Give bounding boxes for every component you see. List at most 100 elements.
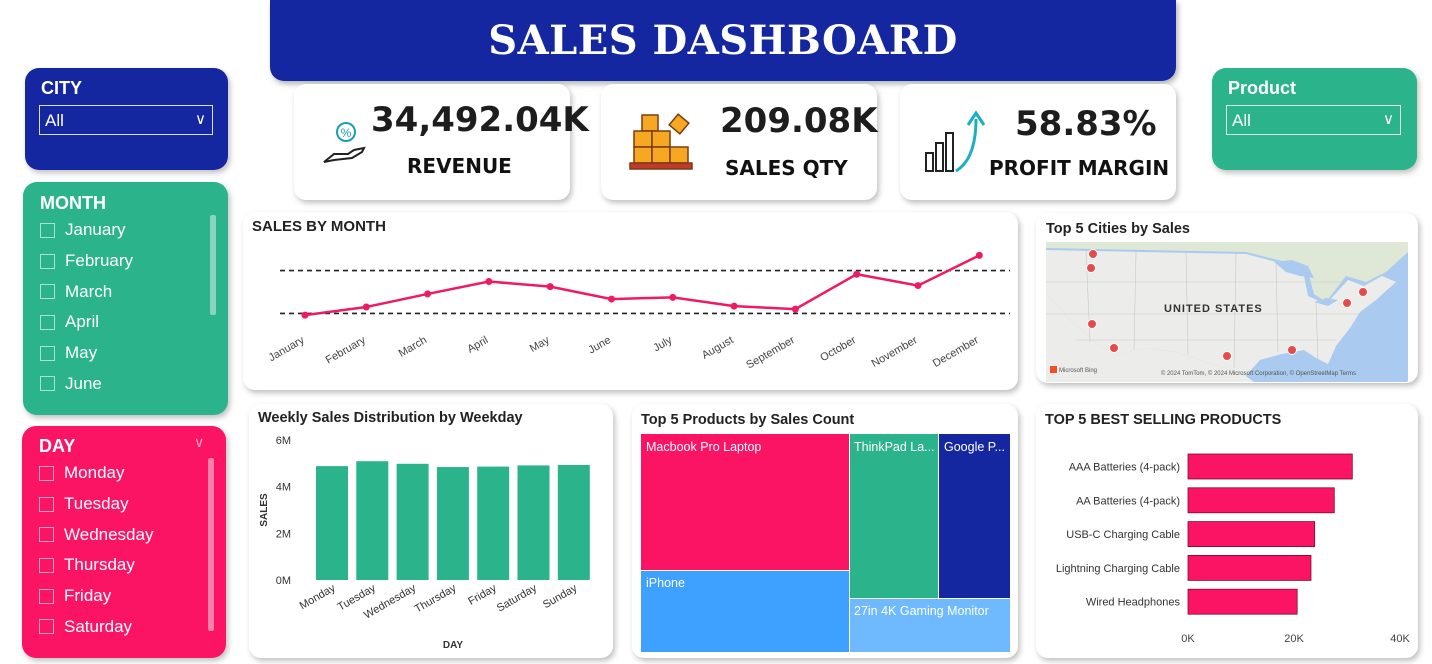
checkbox[interactable]: [39, 465, 54, 481]
day-item[interactable]: Tuesday: [39, 489, 153, 520]
day-item[interactable]: Wednesday: [39, 519, 153, 550]
checkbox[interactable]: [39, 588, 54, 604]
chevron-down-icon: ∨: [1383, 111, 1394, 128]
treemap-tile[interactable]: [641, 434, 849, 570]
x-tick-label: March: [397, 334, 429, 360]
treemap-label: Macbook Pro Laptop: [646, 440, 762, 454]
checkbox[interactable]: [39, 619, 54, 635]
data-point: [424, 290, 432, 298]
month-slicer: MONTH January February March April May J…: [23, 182, 228, 415]
best-selling-products-visual[interactable]: TOP 5 BEST SELLING PRODUCTS AAA Batterie…: [1036, 404, 1418, 658]
city-dropdown-value: All: [45, 111, 64, 130]
bar: [1187, 521, 1316, 547]
x-tick-label: July: [651, 334, 674, 354]
y-tick-label: 4M: [276, 482, 291, 494]
checkbox[interactable]: [40, 314, 55, 330]
product-slicer-label: Product: [1228, 78, 1297, 98]
day-item[interactable]: Monday: [39, 458, 153, 489]
day-item[interactable]: Friday: [39, 581, 153, 612]
x-tick-label: 40K: [1390, 633, 1410, 645]
day-scrollbar[interactable]: [208, 458, 214, 631]
x-tick-label: February: [324, 334, 369, 367]
month-scrollbar[interactable]: [210, 215, 216, 315]
month-item[interactable]: April: [40, 307, 133, 338]
city-slicer-label: CITY: [41, 78, 83, 98]
top-products-treemap-visual[interactable]: Top 5 Products by Sales Count Macbook Pr…: [632, 404, 1018, 658]
checkbox[interactable]: [40, 222, 55, 238]
checkbox[interactable]: [39, 527, 54, 543]
x-axis-title: DAY: [443, 640, 464, 651]
month-item-label: January: [65, 220, 126, 240]
city-dropdown[interactable]: All ∨: [39, 105, 213, 135]
weekday-sales-visual[interactable]: Weekly Sales Distribution by Weekday 0M 2…: [249, 404, 613, 658]
map-title: Top 5 Cities by Sales: [1046, 221, 1190, 237]
top-cities-map-visual[interactable]: Top 5 Cities by Sales UNITED STATES © 20…: [1036, 213, 1418, 383]
bar: [316, 466, 348, 580]
treemap-label: ThinkPad La...: [854, 440, 935, 454]
checkbox[interactable]: [39, 557, 54, 573]
data-point: [791, 305, 799, 313]
month-item-label: May: [65, 343, 98, 363]
checkbox[interactable]: [40, 284, 55, 300]
month-slicer-label: MONTH: [40, 193, 106, 213]
bar: [396, 463, 429, 580]
day-slicer: DAY ∨ Monday Tuesday Wednesday Thursday …: [22, 426, 226, 658]
treemap-label: Google P...: [944, 440, 1005, 454]
y-tick-label: AAA Batteries (4-pack): [1069, 462, 1180, 474]
month-item-label: March: [65, 281, 113, 301]
day-item[interactable]: Saturday: [39, 611, 153, 642]
us-map[interactable]: UNITED STATES © 2024 TomTom, © 2024 Micr…: [1046, 242, 1408, 382]
month-item-label: June: [65, 373, 102, 393]
x-tick-label: December: [931, 334, 981, 370]
data-point: [362, 303, 370, 311]
chevron-down-icon[interactable]: ∨: [194, 434, 204, 451]
city-slicer: CITY All ∨: [25, 68, 228, 170]
x-tick-label: 0K: [1181, 633, 1195, 645]
bar: [436, 467, 469, 580]
x-tick-label: May: [528, 334, 552, 355]
checkbox[interactable]: [39, 496, 54, 512]
product-dropdown[interactable]: All ∨: [1226, 105, 1401, 135]
x-tick-label: Monday: [298, 582, 338, 612]
best-selling-chart: AAA Batteries (4-pack) AA Batteries (4-pa…: [1056, 453, 1410, 645]
x-tick-label: October: [818, 334, 858, 364]
day-slicer-label: DAY: [39, 436, 76, 456]
checkbox[interactable]: [40, 253, 55, 269]
treemap-label: 27in 4K Gaming Monitor: [854, 604, 989, 618]
checkbox[interactable]: [40, 345, 55, 361]
svg-text:%: %: [341, 126, 352, 140]
weekday-sales-chart: 0M2M4M6MMondayTuesdayWednesdayThursday Fr…: [259, 435, 590, 651]
y-tick-label: 6M: [276, 435, 291, 447]
month-item[interactable]: March: [40, 276, 133, 307]
month-item[interactable]: February: [40, 246, 133, 277]
data-point: [301, 311, 309, 319]
profit-margin-value: 58.83%: [1015, 104, 1157, 144]
checkbox[interactable]: [40, 376, 55, 392]
sales-qty-card: 209.08K SALES QTY: [601, 84, 878, 200]
x-tick-label: August: [700, 334, 736, 362]
data-point: [730, 302, 738, 310]
x-tick-label: 20K: [1284, 633, 1304, 645]
data-point: [975, 251, 983, 259]
y-tick-label: 0M: [276, 575, 291, 587]
country-label: UNITED STATES: [1164, 303, 1263, 315]
data-point: [546, 283, 554, 291]
month-item[interactable]: June: [40, 368, 133, 399]
treemap-label: iPhone: [646, 576, 685, 590]
month-item[interactable]: May: [40, 338, 133, 369]
y-tick-label: USB-C Charging Cable: [1066, 529, 1180, 541]
treemap-tile[interactable]: [939, 434, 1010, 598]
y-tick-label: AA Batteries (4-pack): [1076, 495, 1180, 507]
day-item[interactable]: Thursday: [39, 550, 153, 581]
bar: [477, 466, 510, 580]
bar: [1187, 588, 1298, 615]
data-point: [608, 295, 615, 303]
profit-margin-card: 58.83% PROFIT MARGIN: [900, 84, 1176, 200]
bing-logo: Microsoft Bing: [1059, 368, 1097, 374]
x-tick-label: April: [465, 334, 490, 355]
month-item[interactable]: January: [40, 215, 133, 246]
treemap-tile[interactable]: [850, 434, 938, 598]
growth-chart-icon: [925, 110, 986, 173]
sales-by-month-visual[interactable]: SALES BY MONTH January February March April…: [243, 212, 1018, 390]
x-tick-label: June: [586, 334, 613, 356]
